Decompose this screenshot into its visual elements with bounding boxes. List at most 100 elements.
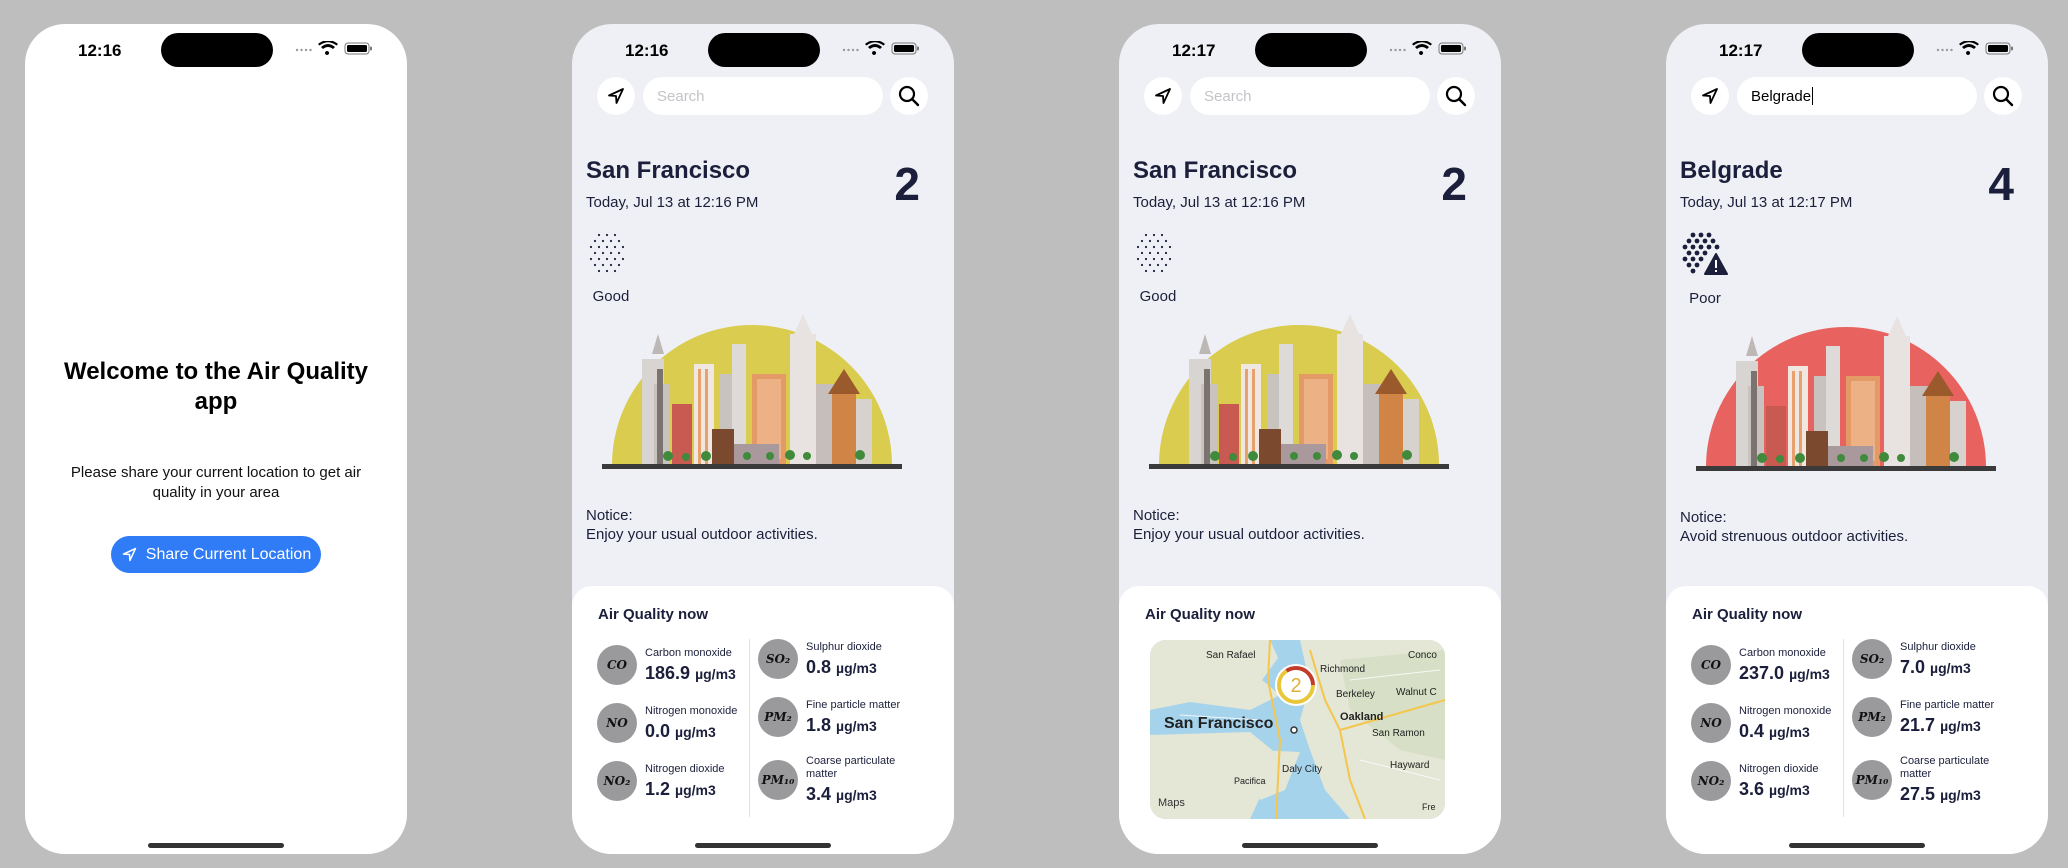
pollutant-pm10: PM₁₀ Coarse particulate matter 27.5 µg/m3 <box>1852 755 2010 805</box>
air-quality-map[interactable]: 2 San Rafael Richmond Conco Berkeley Wal… <box>1150 640 1445 819</box>
pollutant-value: 0.0 <box>645 720 671 741</box>
welcome-title: Welcome to the Air Quality app <box>63 358 369 415</box>
pollutant-value: 27.5 <box>1900 784 1936 804</box>
pollutant-name: Nitrogen monoxide <box>1739 704 1832 717</box>
quality-label: Good <box>592 288 630 305</box>
location-arrow-icon <box>1700 86 1720 106</box>
pollutant-value: 3.4 <box>806 784 832 804</box>
search-icon <box>898 85 920 107</box>
air-dots-icon <box>587 232 627 276</box>
aqi-map-marker[interactable]: 2 <box>1275 664 1317 706</box>
pollutant-name: Coarse particulate matter <box>1900 755 1990 780</box>
status-bar: 12:16 <box>572 24 954 76</box>
map-label: Oakland <box>1340 711 1383 723</box>
map-label: Hayward <box>1390 760 1429 771</box>
maps-attribution: Maps <box>1158 797 1185 809</box>
card-title: Air Quality now <box>1692 606 1803 623</box>
phone-screen-san-francisco: 12:16 Search San Francisco Today, Jul 13… <box>572 24 954 854</box>
no-icon: NO <box>597 703 637 743</box>
phone-screen-san-francisco-map: 12:17 Search San Francisco Today, Jul 13… <box>1119 24 1501 854</box>
status-time: 12:16 <box>625 41 669 60</box>
map-label: Daly City <box>1282 764 1322 775</box>
map-label: San Rafael <box>1206 650 1255 661</box>
dynamic-island <box>1255 33 1367 67</box>
current-location-button[interactable] <box>1691 77 1729 115</box>
pollutant-no: NO Nitrogen monoxide 0.4 µg/m3 <box>1691 703 1831 743</box>
status-icons <box>1387 41 1467 55</box>
notice-title: Notice: <box>586 507 633 524</box>
pollutant-unit: µg/m3 <box>1940 787 1981 803</box>
air-dots-icon <box>1134 232 1174 276</box>
search-input[interactable]: Search <box>643 77 883 115</box>
search-button[interactable] <box>890 77 928 115</box>
location-arrow-icon <box>121 546 138 563</box>
pollutant-name: Coarse particulate matter <box>806 755 896 780</box>
search-button[interactable] <box>1984 77 2022 115</box>
pm2-icon: PM₂ <box>758 697 798 737</box>
dynamic-island <box>1802 33 1914 67</box>
notice: Notice: Avoid strenuous outdoor activiti… <box>1680 508 1908 546</box>
pollutant-name: Carbon monoxide <box>645 646 732 659</box>
status-time: 12:17 <box>1719 41 1763 60</box>
map-label: San Francisco <box>1164 715 1274 732</box>
home-indicator <box>148 843 284 848</box>
card-title: Air Quality now <box>598 606 709 623</box>
map-label: Berkeley <box>1336 689 1375 700</box>
pollutant-unit: µg/m3 <box>1930 659 1971 676</box>
pollutant-unit: µg/m3 <box>675 723 716 740</box>
pollutant-name: Nitrogen monoxide <box>645 704 738 717</box>
search-icon <box>1992 85 2014 107</box>
notice: Notice: Enjoy your usual outdoor activit… <box>586 506 818 544</box>
pollutant-name: Carbon monoxide <box>1739 646 1826 659</box>
aqi-marker-value: 2 <box>1290 675 1301 697</box>
pollutant-value: 1.8 <box>806 714 832 735</box>
share-location-button[interactable]: Share Current Location <box>111 536 321 573</box>
text-caret <box>1812 87 1814 105</box>
pollutant-unit: µg/m3 <box>1789 665 1830 682</box>
city-skyline-illustration <box>1149 314 1449 484</box>
phone-screen-belgrade: 12:17 Belgrade Belgrade Today, Jul 13 at… <box>1666 24 2048 854</box>
search-button[interactable] <box>1437 77 1475 115</box>
pollutant-value: 0.8 <box>806 656 832 677</box>
pm2-icon: PM₂ <box>1852 697 1892 737</box>
air-quality-card: Air Quality now 2 San Rafael Richmond Co… <box>1119 586 1501 854</box>
welcome-subtitle: Please share your current location to ge… <box>70 464 362 501</box>
pollutant-unit: µg/m3 <box>1940 717 1981 734</box>
current-location-button[interactable] <box>597 77 635 115</box>
pollutant-value: 1.2 <box>645 778 671 799</box>
map-label: Richmond <box>1320 664 1365 675</box>
column-divider <box>749 639 750 817</box>
status-time: 12:17 <box>1172 41 1216 60</box>
no-icon: NO <box>1691 703 1731 743</box>
search-input[interactable]: Belgrade <box>1737 77 1977 115</box>
pollutant-pm10: PM₁₀ Coarse particulate matter 3.4 µg/m3 <box>758 755 916 805</box>
current-location-button[interactable] <box>1144 77 1182 115</box>
date-time: Today, Jul 13 at 12:16 PM <box>586 194 759 211</box>
pollutant-value: 3.6 <box>1739 778 1765 799</box>
pollutant-no2: NO₂ Nitrogen dioxide 3.6 µg/m3 <box>1691 761 1819 801</box>
notice-text: Avoid strenuous outdoor activities. <box>1680 528 1909 545</box>
city-skyline-illustration <box>1696 316 1996 486</box>
dynamic-island <box>161 33 273 67</box>
search-input[interactable]: Search <box>1190 77 1430 115</box>
pollutant-value: 186.9 <box>645 662 691 683</box>
pollutant-so2: SO₂ Sulphur dioxide 0.8 µg/m3 <box>758 639 882 679</box>
pollutant-name: Sulphur dioxide <box>806 640 882 653</box>
pollutant-pm2: PM₂ Fine particle matter 1.8 µg/m3 <box>758 697 900 737</box>
status-bar: 12:17 <box>1666 24 2048 76</box>
pollutant-no2: NO₂ Nitrogen dioxide 1.2 µg/m3 <box>597 761 725 801</box>
search-input-value: Belgrade <box>1751 87 1812 105</box>
status-bar: 12:17 <box>1119 24 1501 76</box>
share-location-label: Share Current Location <box>145 545 312 563</box>
air-quality-card: Air Quality now CO Carbon monoxide 237.0 … <box>1666 586 2048 854</box>
pollutant-pm2: PM₂ Fine particle matter 21.7 µg/m3 <box>1852 697 1994 737</box>
pollutant-name: Sulphur dioxide <box>1900 640 1976 653</box>
city-name: San Francisco <box>1133 157 1298 184</box>
city-name: Belgrade <box>1680 157 1783 184</box>
home-indicator <box>695 843 831 848</box>
pollutant-unit: µg/m3 <box>1769 723 1810 740</box>
pollutant-name: Nitrogen dioxide <box>645 762 725 775</box>
air-quality-card: Air Quality now CO Carbon monoxide 186.9 … <box>572 586 954 854</box>
card-title: Air Quality now <box>1145 606 1256 623</box>
notice-title: Notice: <box>1133 507 1180 524</box>
